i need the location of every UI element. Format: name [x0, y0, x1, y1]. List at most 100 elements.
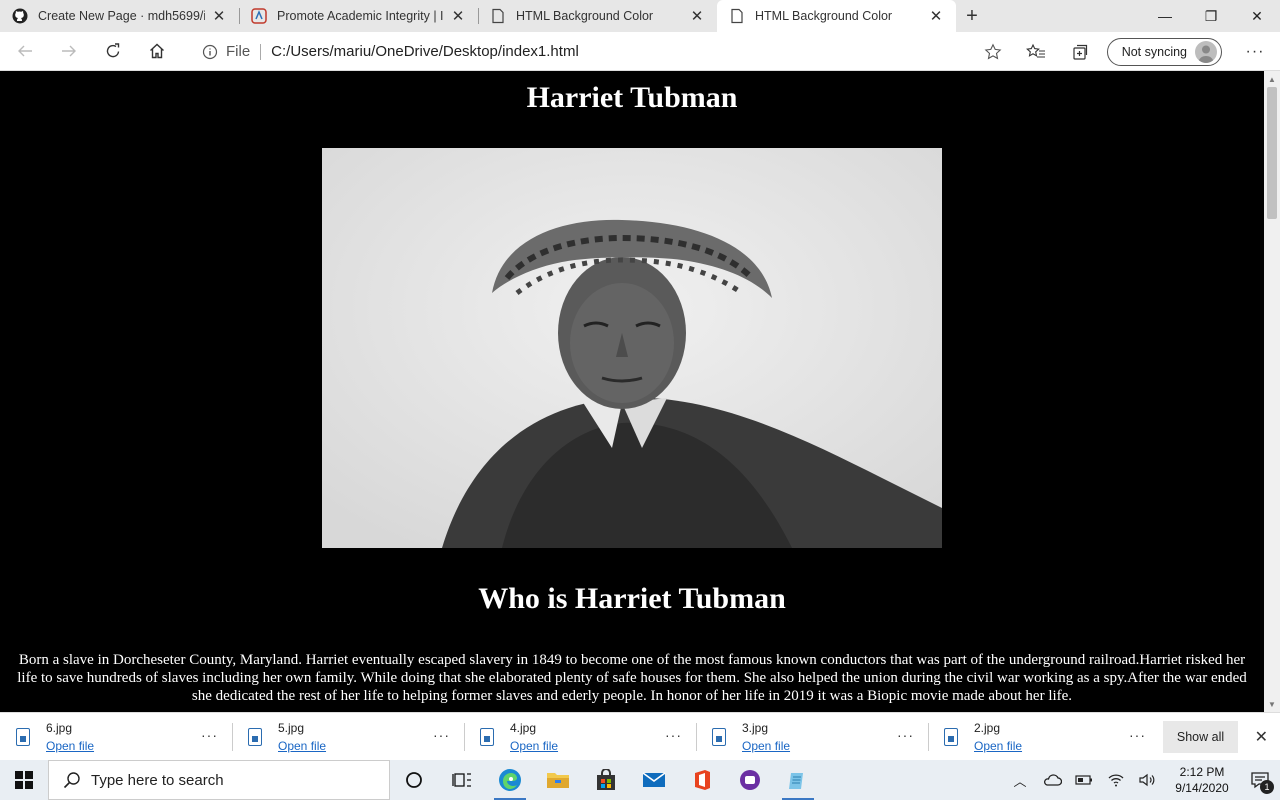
url-text[interactable]: C:/Users/mariu/OneDrive/Desktop/index1.h… [271, 43, 579, 60]
page-scrollbar[interactable]: ▲ ▼ [1264, 71, 1280, 712]
close-window-button[interactable]: ✕ [1234, 0, 1280, 32]
show-all-downloads-button[interactable]: Show all [1163, 721, 1238, 753]
wifi-icon[interactable] [1100, 760, 1132, 800]
mail-icon [642, 772, 666, 787]
download-item[interactable]: 6.jpg Open file ··· [0, 713, 232, 761]
task-view-icon [452, 773, 471, 787]
download-item[interactable]: 5.jpg Open file ··· [232, 713, 464, 761]
task-view-button[interactable] [438, 760, 486, 800]
tab-turnitin[interactable]: Promote Academic Integrity | Im ✕ [239, 0, 478, 32]
close-tab-icon[interactable]: ✕ [689, 8, 705, 25]
refresh-icon [106, 43, 120, 58]
download-item[interactable]: 4.jpg Open file ··· [464, 713, 696, 761]
purple-app-icon [740, 770, 760, 790]
more-options-icon[interactable]: ··· [1129, 727, 1146, 743]
office-icon [695, 770, 710, 790]
scrollbar-thumb[interactable] [1267, 87, 1277, 219]
profile-sync-button[interactable]: Not syncing [1106, 37, 1222, 66]
action-center-button[interactable]: 1 [1240, 760, 1280, 800]
restore-button[interactable]: ❐ [1188, 0, 1234, 32]
home-button[interactable] [138, 35, 176, 67]
more-options-icon[interactable]: ··· [433, 727, 450, 743]
download-item[interactable]: 3.jpg Open file ··· [696, 713, 928, 761]
scroll-up-arrow-icon[interactable]: ▲ [1264, 71, 1280, 87]
tab-html-background-color-1[interactable]: HTML Background Color ✕ [478, 0, 717, 32]
section-heading: Who is Harriet Tubman [478, 582, 786, 615]
close-icon[interactable]: ✕ [1255, 727, 1268, 747]
favorites-button[interactable] [1017, 36, 1055, 68]
cortana-button[interactable] [390, 760, 438, 800]
volume-icon[interactable] [1132, 760, 1164, 800]
back-button[interactable] [6, 35, 44, 67]
download-filename: 3.jpg [742, 720, 769, 735]
address-bar[interactable]: File C:/Users/mariu/OneDrive/Desktop/ind… [188, 36, 1012, 67]
sync-status-label: Not syncing [1121, 44, 1187, 59]
more-horizontal-icon: ··· [1245, 42, 1265, 60]
edge-icon [499, 769, 521, 791]
page-icon [729, 8, 745, 24]
avatar [1195, 40, 1217, 63]
open-file-link[interactable]: Open file [510, 737, 558, 755]
folder-icon [547, 773, 569, 788]
close-tab-icon[interactable]: ✕ [928, 8, 944, 25]
image-file-icon [248, 727, 262, 746]
new-tab-button[interactable]: + [956, 0, 988, 32]
more-options-icon[interactable]: ··· [201, 727, 218, 743]
plus-icon: + [966, 4, 978, 27]
close-tab-icon[interactable]: ✕ [450, 8, 466, 25]
start-button[interactable] [0, 760, 48, 800]
windows-taskbar: Type here to search ︿ 2:12 PM 9/14/2020 … [0, 760, 1280, 800]
tab-title: HTML Background Color [755, 9, 893, 23]
onedrive-cloud-icon[interactable] [1036, 760, 1068, 800]
page-title: Harriet Tubman [526, 81, 738, 114]
minimize-button[interactable]: — [1142, 0, 1188, 32]
clock-time: 2:12 PM [1179, 765, 1225, 779]
edge-browser-taskbar-icon[interactable] [486, 760, 534, 800]
store-taskbar-icon[interactable] [582, 760, 630, 800]
open-file-link[interactable]: Open file [46, 737, 94, 755]
toolbar-right: Not syncing ··· [1011, 32, 1280, 71]
open-file-link[interactable]: Open file [974, 737, 1022, 755]
page-viewport: Harriet Tubman Who is Harriet Tubman Bor… [0, 71, 1264, 712]
mail-taskbar-icon[interactable] [630, 760, 678, 800]
info-icon[interactable] [202, 44, 218, 60]
notepad-taskbar-icon[interactable] [774, 760, 822, 800]
window-controls: — ❐ ✕ [1142, 0, 1280, 32]
image-file-icon [480, 727, 494, 746]
battery-icon[interactable] [1068, 760, 1100, 800]
system-clock[interactable]: 2:12 PM 9/14/2020 [1164, 764, 1240, 796]
close-tab-icon[interactable]: ✕ [211, 8, 227, 25]
search-placeholder: Type here to search [91, 771, 224, 789]
download-item[interactable]: 2.jpg Open file ··· [928, 713, 1160, 761]
refresh-button[interactable] [94, 35, 132, 67]
cortana-circle-icon [406, 772, 422, 788]
scroll-down-arrow-icon[interactable]: ▼ [1264, 696, 1280, 712]
settings-more-button[interactable]: ··· [1236, 36, 1274, 68]
more-options-icon[interactable]: ··· [665, 727, 682, 743]
app-taskbar-icon[interactable] [726, 760, 774, 800]
tab-html-background-color-active[interactable]: HTML Background Color ✕ [717, 0, 956, 32]
notification-count-badge: 1 [1260, 780, 1274, 794]
shopping-bag-icon [597, 769, 615, 790]
home-icon [150, 43, 164, 59]
tab-strip: Create New Page · mdh5699/inte ✕ Promote… [0, 0, 1280, 32]
open-file-link[interactable]: Open file [742, 737, 790, 755]
image-file-icon [16, 727, 30, 746]
portrait-image [322, 148, 942, 548]
show-hidden-icons-chevron-up-icon[interactable]: ︿ [1004, 760, 1036, 800]
search-icon [63, 772, 80, 789]
url-scheme: File [226, 43, 251, 60]
arrow-left-icon [18, 45, 32, 57]
open-file-link[interactable]: Open file [278, 737, 326, 755]
file-explorer-taskbar-icon[interactable] [534, 760, 582, 800]
forward-button[interactable] [50, 35, 88, 67]
github-icon [12, 8, 28, 24]
office-taskbar-icon[interactable] [678, 760, 726, 800]
favorite-star-icon[interactable] [984, 43, 1002, 61]
collections-button[interactable] [1061, 36, 1099, 68]
tab-github[interactable]: Create New Page · mdh5699/inte ✕ [0, 0, 239, 32]
taskbar-search-input[interactable]: Type here to search [48, 760, 390, 800]
address-divider [260, 43, 262, 60]
more-options-icon[interactable]: ··· [897, 727, 914, 743]
download-filename: 2.jpg [974, 720, 1001, 735]
